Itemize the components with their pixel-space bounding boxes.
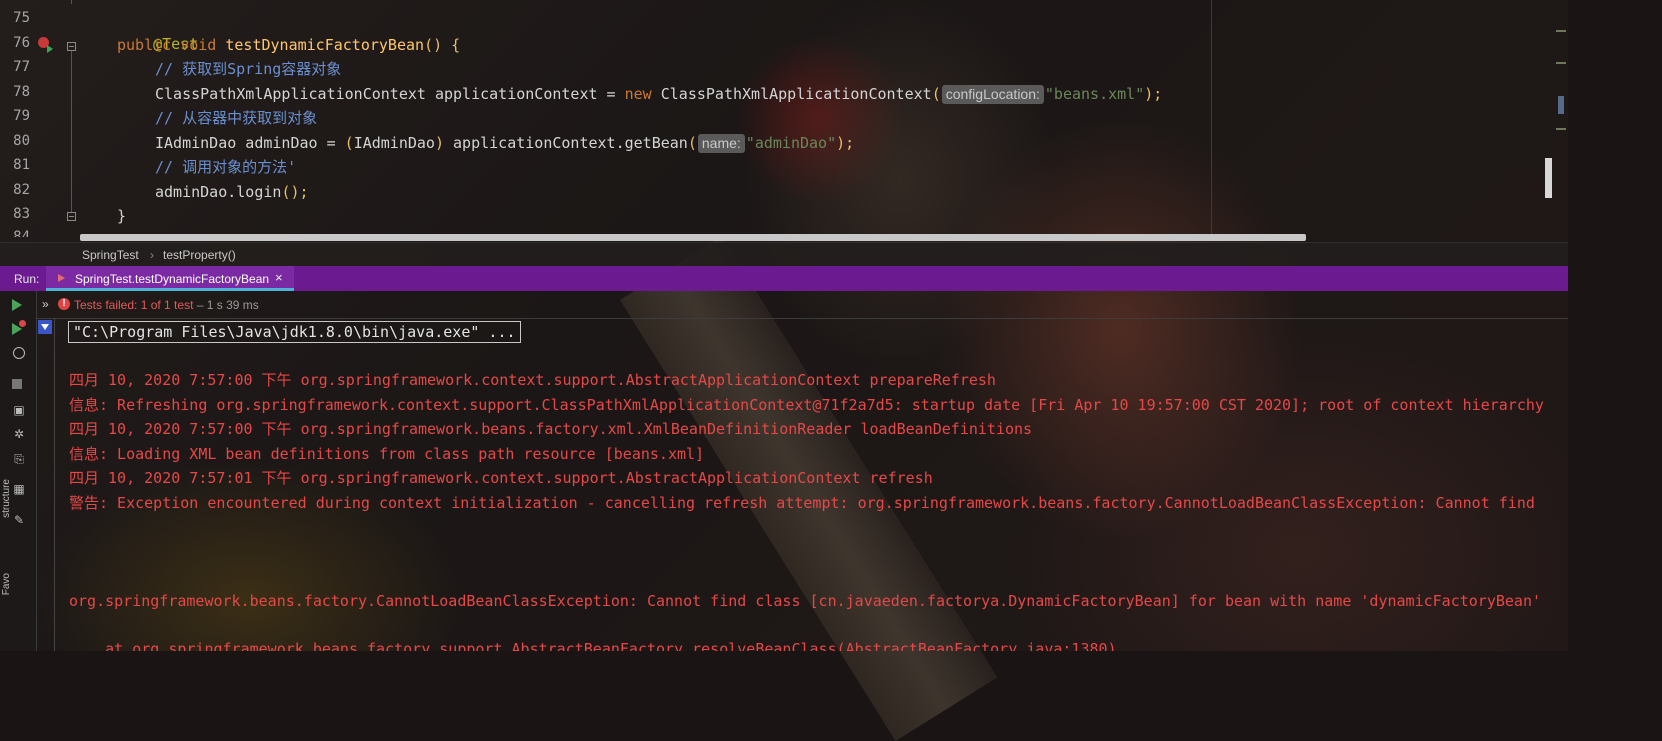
breadcrumb: SpringTest › testProperty() [0,242,1568,267]
console-line: at org.springframework.beans.factory.sup… [69,640,1117,651]
code-line-81[interactable]: // 调用对象的方法' [155,155,296,179]
variable-decl: IAdminDao adminDao = [155,134,345,152]
settings-icon[interactable]: ✲ [12,427,26,441]
code-line-78[interactable]: ClassPathXmlApplicationContext applicati… [155,82,1162,106]
code-line-77[interactable]: // 获取到Spring容器对象 [155,57,341,81]
code-line-80[interactable]: IAdminDao adminDao = (IAdminDao) applica… [155,131,854,155]
run-gutter-icon[interactable] [47,45,53,53]
line-number: 84 [13,229,30,237]
fail-icon: ! [58,298,70,310]
parameter-hint: name: [697,134,745,153]
keyword: public [117,36,172,54]
code-line-75[interactable]: @Test [117,8,198,53]
breadcrumb-class[interactable]: SpringTest [82,248,139,262]
test-status-text: Tests failed: 1 of 1 test – 1 s 39 ms [74,298,259,312]
paren: ) [434,134,444,152]
error-stripe-marker[interactable] [1556,128,1566,130]
cast-type: IAdminDao [353,134,435,152]
method-call: applicationContext.getBean [444,134,688,152]
code-editor[interactable]: 75 76 77 78 79 80 81 82 83 84 @Test publ… [0,0,1568,242]
console-line: 信息: Refreshing org.springframework.conte… [69,396,1544,414]
breadcrumb-separator: › [150,248,154,262]
string-literal: "beans.xml" [1044,85,1145,103]
exit-icon[interactable]: ⎘ [12,452,26,466]
line-number: 83 [13,206,30,222]
error-stripe-marker[interactable] [1558,96,1564,114]
line-number: 81 [13,157,30,173]
expand-icon[interactable]: » [42,297,49,311]
console-line: 四月 10, 2020 7:57:00 下午 org.springframewo… [69,420,1033,438]
constructor-name: ClassPathXmlApplicationContext [651,85,932,103]
method-call: adminDao.login [155,183,282,201]
string-literal: "adminDao" [745,134,837,152]
toggle-tests-icon[interactable] [13,347,25,359]
test-status-summary: Tests failed: 1 of 1 test [74,298,194,312]
variable-decl: applicationContext = [425,85,625,103]
run-side-toolbar: ▣ ✲ ⎘ ▦ ✎ structure Favo [0,291,37,651]
paren: ( [687,134,697,152]
fold-icon[interactable] [67,212,76,221]
line-number: 82 [13,182,30,198]
stop-icon[interactable] [12,379,26,393]
line-number: 78 [13,84,30,100]
camera-icon[interactable]: ▣ [12,403,26,417]
keyword: new [624,85,652,103]
console-line: 警告: Exception encountered during context… [69,494,1535,512]
run-tab-label: SpringTest.testDynamicFactoryBean [75,272,270,286]
test-status-bar: » ! Tests failed: 1 of 1 test – 1 s 39 m… [36,291,1568,319]
method-name: testDynamicFactoryBean [225,36,425,54]
layout-icon[interactable]: ▦ [12,482,26,496]
method-signature-rest: () { [424,36,461,54]
run-tool-window-header: Run: SpringTest.testDynamicFactoryBean × [0,266,1568,291]
close-icon[interactable]: × [275,270,283,285]
line-number: 80 [13,133,30,149]
type-name: ClassPathXmlApplicationContext [155,85,426,103]
paren: ); [1144,85,1163,103]
code-line-83[interactable]: } [117,204,126,228]
closing-brace: } [117,207,127,225]
paren: (); [281,183,309,201]
paren: ( [344,134,354,152]
pin-icon[interactable]: ✎ [12,513,26,527]
fold-icon[interactable] [67,42,76,51]
test-tree-toggle[interactable] [38,320,52,334]
console-line: 四月 10, 2020 7:57:00 下午 org.springframewo… [69,371,996,389]
code-line-76[interactable]: public void testDynamicFactoryBean() { [117,33,460,57]
test-run-icon [58,274,65,282]
parameter-hint: configLocation: [941,85,1044,104]
run-tab[interactable]: SpringTest.testDynamicFactoryBean × [46,266,294,291]
paren: ); [836,134,855,152]
keyword: void [180,36,217,54]
run-icon[interactable] [12,299,26,313]
line-number: 76 [13,35,30,51]
code-comment: // 调用对象的方法' [155,158,297,176]
line-number: 75 [13,10,30,26]
code-comment: // 获取到Spring容器对象 [155,60,342,78]
error-stripe-marker[interactable] [1556,30,1566,32]
line-number: 79 [13,108,30,124]
console-line: 信息: Loading XML bean definitions from cl… [69,445,705,463]
code-line-79[interactable]: // 从容器中获取到对象 [155,106,317,130]
code-comment: // 从容器中获取到对象 [155,109,318,127]
console-line: 四月 10, 2020 7:57:01 下午 org.springframewo… [69,469,933,487]
console-output[interactable]: "C:\Program Files\Java\jdk1.8.0\bin\java… [55,318,1568,651]
paren: ( [931,85,941,103]
horizontal-scrollbar[interactable] [80,234,1306,241]
rerun-failed-icon[interactable] [12,320,26,336]
test-tree-column [36,318,55,651]
test-duration: – 1 s 39 ms [193,298,259,312]
console-command-line[interactable]: "C:\Program Files\Java\jdk1.8.0\bin\java… [68,321,521,343]
code-line-82[interactable]: adminDao.login(); [155,180,309,204]
vertical-scrollbar[interactable] [1545,158,1552,198]
structure-side-tab[interactable]: structure [1,479,12,518]
run-label: Run: [14,272,40,286]
right-margin-guide [1211,0,1212,240]
favorites-side-tab[interactable]: Favo [1,573,12,595]
breadcrumb-method[interactable]: testProperty() [163,248,236,262]
error-stripe-marker[interactable] [1556,62,1566,64]
console-line: org.springframework.beans.factory.Cannot… [69,592,1542,610]
line-number: 77 [13,59,30,75]
